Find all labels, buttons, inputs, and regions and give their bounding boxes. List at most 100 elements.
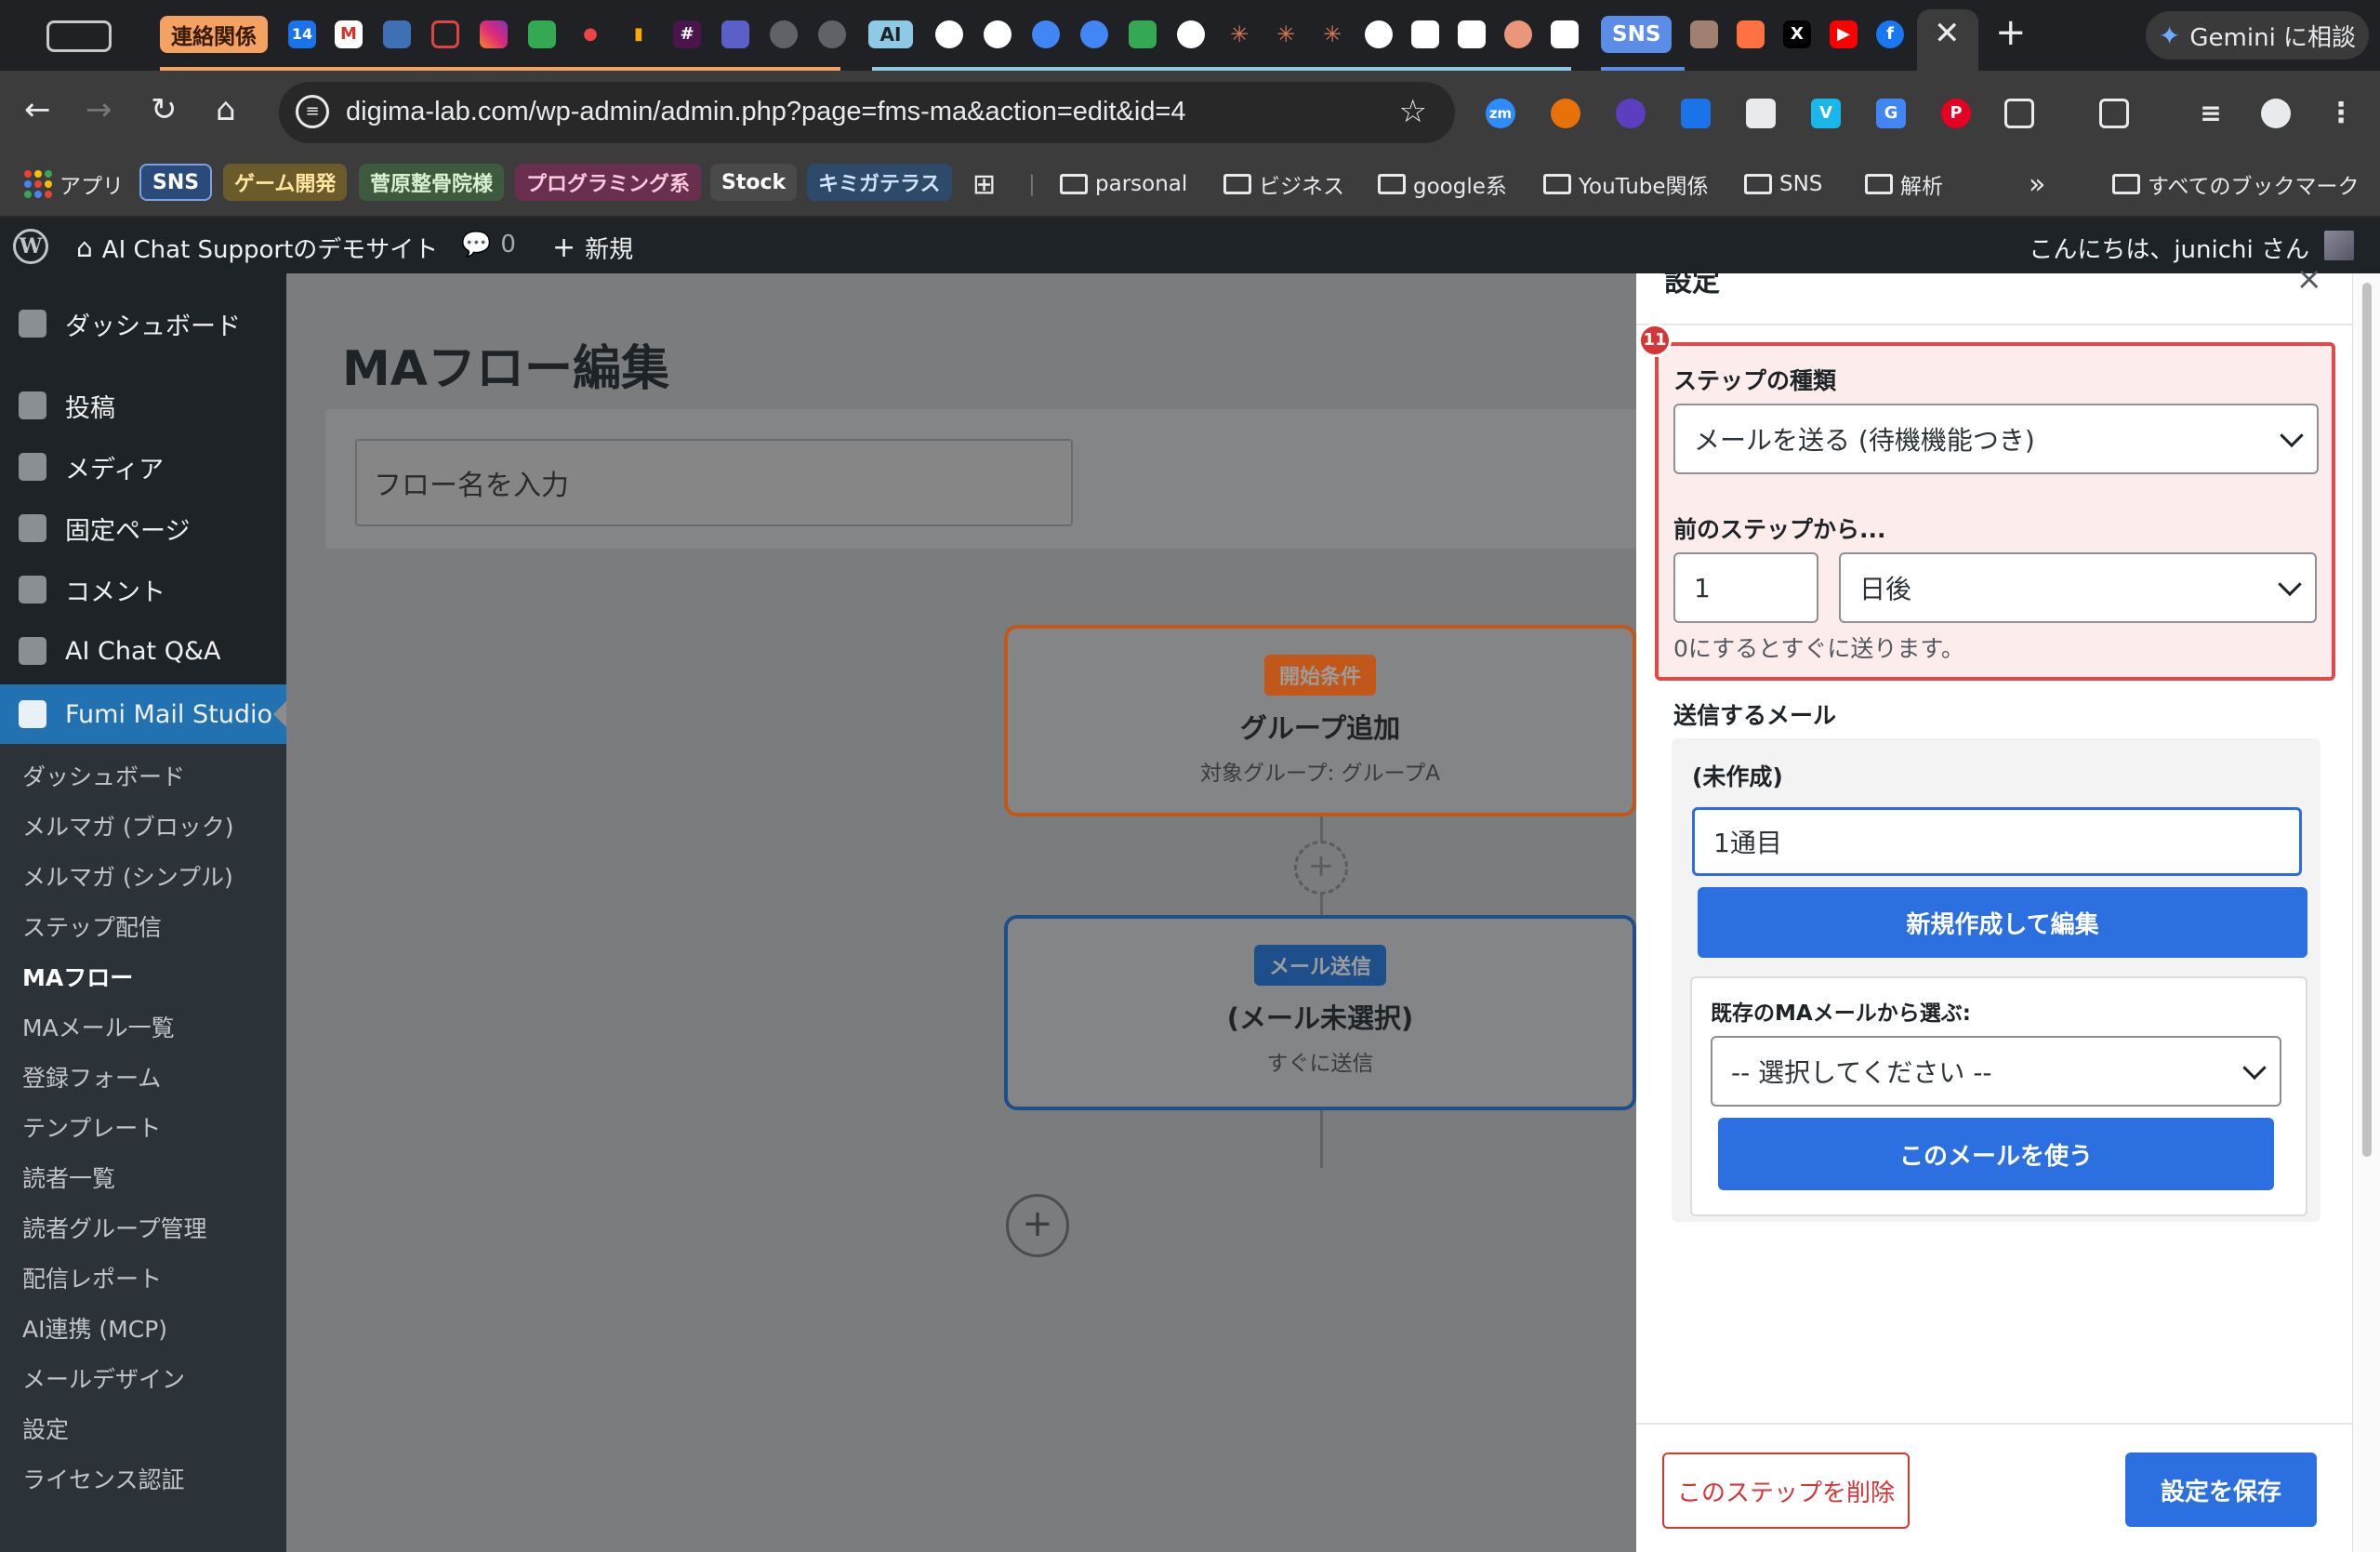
menu-fumi-mail-studio[interactable]: Fumi Mail Studio (0, 684, 286, 744)
scrollbar-thumb[interactable] (2362, 283, 2372, 1157)
delete-step-button[interactable]: このステップを削除 (1662, 1453, 1910, 1529)
bookmark-chip-programming[interactable]: プログラミング系 (515, 164, 702, 201)
photo-favicon[interactable] (1690, 20, 1718, 48)
openai-favicon-4[interactable] (1080, 20, 1108, 48)
submenu-ai-mcp[interactable]: AI連携 (MCP) (22, 1311, 167, 1345)
bookmark-folder-parsonal[interactable]: parsonal (1060, 166, 1187, 203)
gmail-favicon[interactable]: M (335, 20, 363, 48)
reading-list-icon[interactable]: ≡ (2196, 99, 2226, 128)
menu-media[interactable]: メディア (0, 439, 286, 495)
all-bookmarks[interactable]: すべてのブックマーク (2112, 166, 2359, 203)
extension-icon-2[interactable] (1551, 99, 1580, 128)
tab-group-sns[interactable]: SNS (1601, 16, 1673, 53)
flow-name-input[interactable]: フロー名を入力 (355, 439, 1073, 526)
wordpress-logo-icon[interactable]: W (13, 229, 48, 264)
instagram-favicon[interactable] (480, 20, 508, 48)
ai-favicon[interactable]: AI (868, 20, 913, 48)
bookmark-star-icon[interactable]: ☆ (1399, 93, 1427, 130)
teams-favicon[interactable] (721, 20, 749, 48)
app-favicon[interactable] (383, 20, 411, 48)
submenu-subscribers[interactable]: 読者一覧 (22, 1161, 115, 1194)
close-tab-icon[interactable]: ✕ (1934, 15, 1961, 52)
calendar-favicon[interactable]: 14 (288, 20, 316, 48)
submenu-step-delivery[interactable]: ステップ配信 (22, 909, 162, 943)
threads-favicon[interactable] (1365, 20, 1393, 48)
site-info-icon[interactable]: ≡ (296, 95, 329, 128)
menu-pages[interactable]: 固定ページ (0, 500, 286, 556)
user-avatar[interactable] (2324, 231, 2354, 260)
bookmark-folder-analytics[interactable]: 解析 (1865, 166, 1943, 203)
back-icon[interactable]: ← (24, 91, 51, 128)
home-icon[interactable]: ⌂ (216, 91, 236, 128)
note-favicon-2[interactable] (1551, 20, 1579, 48)
gemini-button[interactable]: ✦ Gemini に相談 (2146, 11, 2369, 60)
admin-bar-greeting[interactable]: こんにちは、junichi さん (2029, 231, 2309, 265)
tab-search-icon-2[interactable] (2099, 99, 2129, 128)
menu-dashboard[interactable]: ダッシュボード (0, 296, 286, 352)
reload-icon[interactable]: ↻ (151, 91, 178, 128)
drive-favicon[interactable] (1129, 20, 1157, 48)
bookmark-chip-stock[interactable]: Stock (710, 164, 798, 201)
extension-icon-3[interactable] (1616, 99, 1646, 128)
openai-favicon[interactable] (935, 20, 963, 48)
admin-bar-site[interactable]: ⌂ AI Chat Supportのデモサイト (76, 231, 438, 265)
menu-posts[interactable]: 投稿 (0, 378, 286, 433)
submenu-templates[interactable]: テンプレート (22, 1110, 161, 1144)
admin-bar-new[interactable]: + 新規 (552, 231, 633, 265)
app-favicon-2[interactable] (1504, 20, 1532, 48)
submenu-subscriber-groups[interactable]: 読者グループ管理 (22, 1211, 207, 1244)
submenu-dashboard[interactable]: ダッシュボード (22, 759, 185, 792)
globe-favicon-2[interactable] (818, 20, 846, 48)
save-settings-button[interactable]: 設定を保存 (2125, 1453, 2317, 1527)
menu-comments[interactable]: コメント (0, 562, 286, 617)
bookmark-folder-sns[interactable]: SNS (1744, 166, 1822, 203)
step-type-select[interactable]: メールを送る (待機機能つき) (1673, 404, 2319, 474)
profile-avatar-icon[interactable] (2261, 99, 2291, 128)
url-text[interactable]: digima-lab.com/wp-admin/admin.php?page=f… (346, 97, 1186, 127)
flow-node-send-mail[interactable]: メール送信 (メール未選択) すぐに送信 (1004, 915, 1636, 1110)
tab-search-icon[interactable] (46, 20, 112, 52)
submenu-settings[interactable]: 設定 (22, 1412, 69, 1445)
zoom-extension-icon[interactable]: zm (1486, 99, 1515, 128)
create-and-edit-button[interactable]: 新規作成して編集 (1698, 887, 2307, 958)
mail-subject-input[interactable]: 1通目 (1692, 807, 2302, 876)
submenu-signup-form[interactable]: 登録フォーム (22, 1060, 161, 1094)
bookmark-chip-sugawara[interactable]: 菅原整骨院様 (359, 164, 505, 201)
existing-mail-select[interactable]: -- 選択してください -- (1711, 1036, 2281, 1107)
dots-favicon[interactable]: ● (576, 20, 604, 48)
claude-favicon-3[interactable]: ✳ (1318, 20, 1346, 48)
delay-number-input[interactable]: 1 (1673, 552, 1818, 623)
bookmark-chip-sns[interactable]: SNS (139, 164, 213, 201)
photos-favicon[interactable] (431, 20, 459, 48)
submenu-mail-design[interactable]: メールデザイン (22, 1361, 185, 1395)
submenu-ma-flow[interactable]: MAフロー (22, 960, 133, 993)
youtube-favicon[interactable]: ▶ (1830, 20, 1858, 48)
extensions-puzzle-icon[interactable] (2004, 99, 2034, 128)
submenu-newsletter-block[interactable]: メルマガ (ブロック) (22, 809, 233, 842)
use-this-mail-button[interactable]: このメールを使う (1718, 1118, 2274, 1190)
submenu-delivery-report[interactable]: 配信レポート (22, 1261, 162, 1294)
bookmark-chip-game-dev[interactable]: ゲーム開発 (223, 164, 348, 201)
forward-icon[interactable]: → (86, 91, 112, 128)
flow-node-trigger[interactable]: 開始条件 グループ追加 対象グループ: グループA (1004, 625, 1636, 816)
claude-favicon-2[interactable]: ✳ (1272, 20, 1300, 48)
admin-bar-comments[interactable]: 💬 0 (461, 231, 516, 259)
facebook-favicon[interactable]: f (1876, 20, 1904, 48)
analytics-favicon[interactable]: ▮ (625, 20, 653, 48)
blogger-favicon[interactable] (1737, 20, 1765, 48)
bookmark-overflow-icon[interactable]: » (2029, 166, 2045, 203)
address-bar[interactable]: ≡ digima-lab.com/wp-admin/admin.php?page… (279, 82, 1455, 143)
add-step-plus-icon[interactable]: + (1006, 1194, 1069, 1257)
bookmark-folder-google[interactable]: google系 (1378, 166, 1507, 203)
menu-ai-chat-qa[interactable]: AI Chat Q&A (0, 623, 286, 679)
openai-favicon-2[interactable] (984, 20, 1012, 48)
submenu-newsletter-simple[interactable]: メルマガ (シンプル) (22, 859, 233, 893)
bookmark-chip-kimigaterasu[interactable]: キミガテラス (807, 164, 952, 201)
pinterest-extension-icon[interactable]: P (1941, 99, 1971, 128)
note-favicon[interactable] (1411, 20, 1439, 48)
bookmark-apps[interactable]: アプリ (24, 166, 124, 203)
close-icon[interactable]: × (2296, 260, 2323, 298)
claude-favicon[interactable]: ✳ (1225, 20, 1253, 48)
tab-group-label[interactable]: 連絡関係 (160, 16, 268, 53)
menu-kebab-icon[interactable]: ⋮ (2326, 99, 2356, 128)
